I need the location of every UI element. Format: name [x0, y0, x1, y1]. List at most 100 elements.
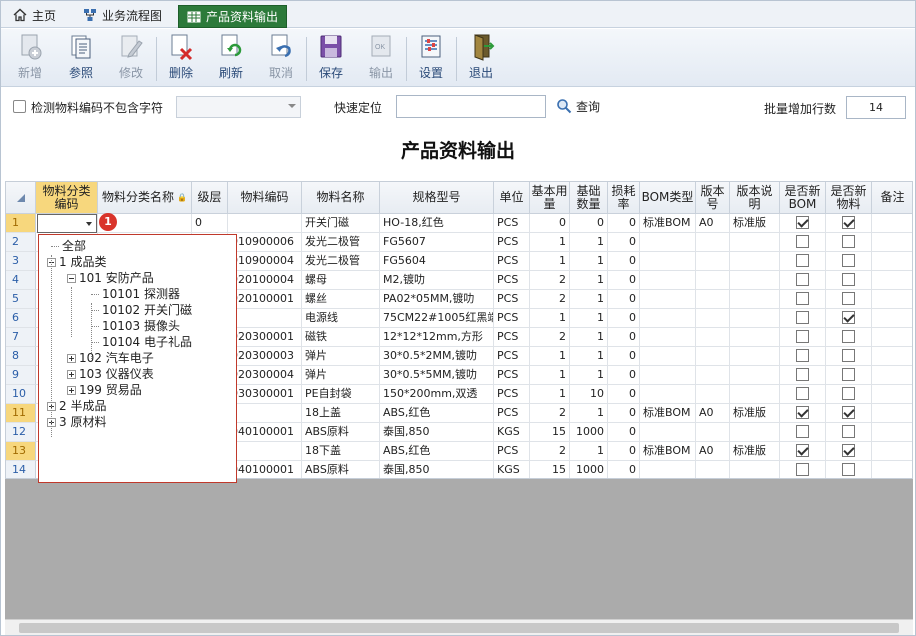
cell-vdesc[interactable] — [730, 271, 780, 290]
row-number[interactable]: 9 — [6, 366, 36, 385]
expand-icon[interactable] — [67, 385, 76, 395]
exclude-chars-combo[interactable] — [176, 96, 301, 118]
horizontal-scrollbar[interactable] — [5, 619, 913, 635]
cell-ver[interactable]: A0 — [696, 404, 730, 423]
cell-unit[interactable]: PCS — [494, 442, 530, 461]
cell-vdesc[interactable]: 标准版 — [730, 404, 780, 423]
cell-code[interactable]: 020300001 — [228, 328, 302, 347]
refresh-button[interactable]: 刷新 — [208, 32, 254, 84]
column-header[interactable]: 基础数量 — [570, 182, 608, 214]
cell-bom[interactable] — [640, 461, 696, 478]
cell-spec[interactable]: 150*200mm,双透 — [380, 385, 494, 404]
cell-spec[interactable]: 30*0.5*5MM,镀叻 — [380, 366, 494, 385]
cell-base[interactable]: 1 — [530, 309, 570, 328]
cell-qty[interactable]: 1 — [570, 366, 608, 385]
cell-ver[interactable] — [696, 290, 730, 309]
cell-base[interactable]: 1 — [530, 347, 570, 366]
cell-bom[interactable] — [640, 328, 696, 347]
cell-qty[interactable]: 1 — [570, 252, 608, 271]
checkbox[interactable] — [796, 272, 809, 286]
reference-button[interactable]: 参照 — [58, 32, 104, 84]
checkbox[interactable] — [796, 424, 809, 438]
cell-base[interactable]: 1 — [530, 233, 570, 252]
checkbox[interactable] — [842, 234, 855, 248]
export-button[interactable]: OK 输出 — [358, 32, 404, 84]
cell-base[interactable]: 2 — [530, 442, 570, 461]
cell-name[interactable]: 18上盖 — [302, 404, 380, 423]
new-material-checkbox-cell[interactable] — [826, 252, 872, 271]
tree-node[interactable]: 1 成品类 — [47, 254, 106, 270]
row-number[interactable]: 3 — [6, 252, 36, 271]
new-bom-checkbox-cell[interactable] — [780, 309, 826, 328]
cell-qty[interactable]: 1000 — [570, 423, 608, 442]
cell-loss[interactable]: 0 — [608, 461, 640, 478]
new-material-checkbox-cell[interactable] — [826, 366, 872, 385]
cell-unit[interactable]: PCS — [494, 347, 530, 366]
cell-code[interactable]: 040100001 — [228, 423, 302, 442]
new-material-checkbox-cell[interactable] — [826, 233, 872, 252]
new-material-checkbox-cell[interactable] — [826, 442, 872, 461]
cell-vdesc[interactable] — [730, 328, 780, 347]
cell-name[interactable]: 弹片 — [302, 347, 380, 366]
cell-code[interactable] — [228, 404, 302, 423]
tree-node[interactable]: 2 半成品 — [47, 398, 106, 414]
tree-node[interactable]: 199 贸易品 — [67, 382, 142, 398]
cell-vdesc[interactable] — [730, 461, 780, 478]
new-bom-checkbox-cell[interactable] — [780, 252, 826, 271]
cell-code[interactable]: 010900006 — [228, 233, 302, 252]
cell-qty[interactable]: 1 — [570, 442, 608, 461]
tab-product-output[interactable]: 产品资料输出 — [178, 5, 288, 28]
cell-ver[interactable] — [696, 347, 730, 366]
cell-bom[interactable]: 标准BOM — [640, 214, 696, 233]
checkbox[interactable] — [796, 215, 809, 229]
edit-button[interactable]: 修改 — [108, 32, 154, 84]
tree-node[interactable]: 全部 — [51, 238, 86, 254]
cell-vdesc[interactable]: 标准版 — [730, 214, 780, 233]
cell-code[interactable] — [228, 309, 302, 328]
checkbox[interactable] — [796, 462, 809, 476]
checkbox[interactable] — [842, 405, 855, 419]
checkbox[interactable] — [842, 272, 855, 286]
cell-ver[interactable] — [696, 309, 730, 328]
cell-code[interactable] — [228, 214, 302, 233]
quick-locate-input[interactable] — [396, 95, 546, 118]
cell-qty[interactable]: 1 — [570, 271, 608, 290]
cell-bom[interactable] — [640, 233, 696, 252]
row-number[interactable]: 1 — [6, 214, 36, 233]
table-row[interactable]: 1 0 开关门磁 HO-18,红色 PCS 0 0 0 标准BOM A0 标准版 — [6, 214, 912, 233]
query-button[interactable]: 查询 — [576, 98, 600, 115]
checkbox[interactable] — [842, 386, 855, 400]
cell-spec[interactable]: FG5604 — [380, 252, 494, 271]
cell-vdesc[interactable] — [730, 347, 780, 366]
checkbox[interactable] — [796, 367, 809, 381]
tree-node[interactable]: 10102 开关门磁 — [91, 302, 192, 318]
cell-spec[interactable]: FG5607 — [380, 233, 494, 252]
cell-code[interactable]: 020100004 — [228, 271, 302, 290]
row-number[interactable]: 11 — [6, 404, 36, 423]
new-material-checkbox-cell[interactable] — [826, 385, 872, 404]
checkbox[interactable] — [842, 291, 855, 305]
cell-base[interactable]: 0 — [530, 214, 570, 233]
new-material-checkbox-cell[interactable] — [826, 347, 872, 366]
cell-name[interactable]: 发光二极管 — [302, 233, 380, 252]
cell-loss[interactable]: 0 — [608, 404, 640, 423]
checkbox[interactable] — [842, 253, 855, 267]
row-number[interactable]: 14 — [6, 461, 36, 478]
new-bom-checkbox-cell[interactable] — [780, 347, 826, 366]
checkbox[interactable] — [796, 386, 809, 400]
cell-code[interactable]: 030300001 — [228, 385, 302, 404]
new-bom-checkbox-cell[interactable] — [780, 271, 826, 290]
cell-name[interactable]: ABS原料 — [302, 423, 380, 442]
tree-node[interactable]: 10101 探测器 — [91, 286, 180, 302]
cell-vdesc[interactable] — [730, 290, 780, 309]
cell-spec[interactable]: 泰国,850 — [380, 461, 494, 478]
new-bom-checkbox-cell[interactable] — [780, 385, 826, 404]
checkbox[interactable] — [842, 348, 855, 362]
cell-unit[interactable]: PCS — [494, 214, 530, 233]
column-header[interactable]: 物料编码 — [228, 182, 302, 214]
cell-vdesc[interactable] — [730, 252, 780, 271]
expand-icon[interactable] — [67, 369, 76, 379]
new-bom-checkbox-cell[interactable] — [780, 214, 826, 233]
row-number[interactable]: 8 — [6, 347, 36, 366]
row-number[interactable]: 6 — [6, 309, 36, 328]
